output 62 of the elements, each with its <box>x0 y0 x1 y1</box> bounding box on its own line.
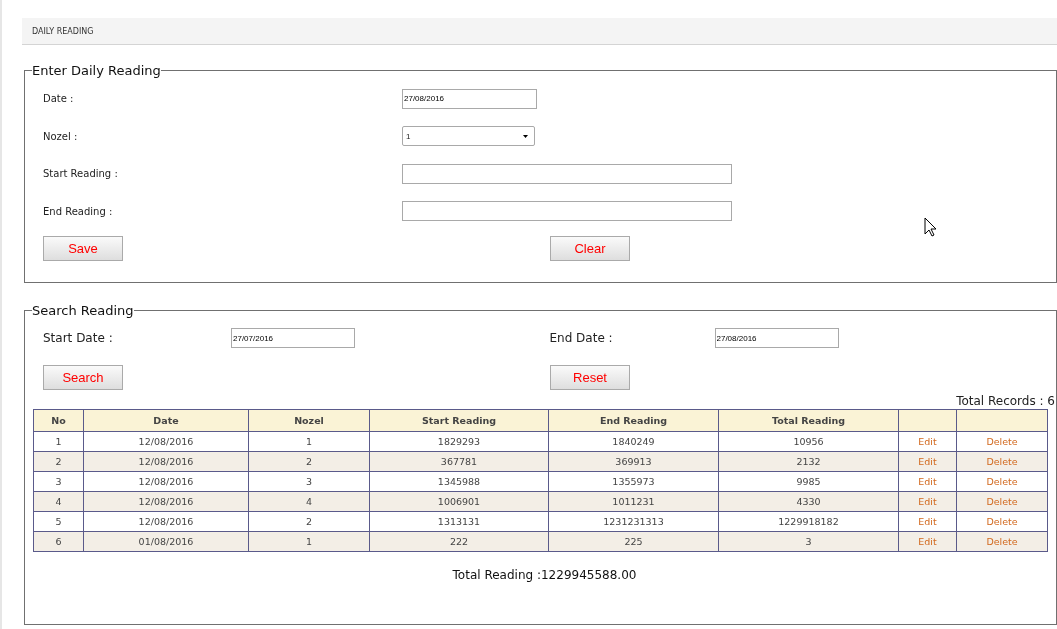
fieldset-legend: Search Reading <box>32 303 134 318</box>
table-cell: 1 <box>33 431 84 452</box>
delete-link[interactable]: Delete <box>986 536 1018 547</box>
edit-link[interactable]: Edit <box>918 496 937 507</box>
table-cell: 3 <box>33 471 84 492</box>
table-cell: 12/08/2016 <box>83 471 249 492</box>
total-records: Total Records : 6 <box>956 394 1055 408</box>
table-cell: 1313131 <box>369 511 549 532</box>
table-cell: 1345988 <box>369 471 549 492</box>
delete-link[interactable]: Delete <box>986 436 1018 447</box>
reading-field[interactable] <box>402 201 732 222</box>
column-header: Date <box>83 409 249 432</box>
table-cell: 1829293 <box>369 431 549 452</box>
page-title: DAILY READING <box>32 26 94 36</box>
table-cell: 1231231313 <box>548 511 719 532</box>
table-cell: 3 <box>248 471 370 492</box>
table-cell: 1355973 <box>548 471 719 492</box>
delete-link[interactable]: Delete <box>986 496 1018 507</box>
field-label: Nozel : <box>43 130 79 142</box>
table-cell: 6 <box>33 531 84 552</box>
fieldset-legend: Enter Daily Reading <box>32 63 161 78</box>
clear-button[interactable]: Clear <box>550 236 630 261</box>
delete-link[interactable]: Delete <box>986 516 1018 527</box>
table-cell: 12/08/2016 <box>83 511 249 532</box>
table-cell: 12/08/2016 <box>83 431 249 452</box>
table-cell: 2 <box>33 451 84 472</box>
field-label: End Reading : <box>43 205 114 217</box>
reset-button[interactable]: Reset <box>550 365 630 390</box>
table-cell: 2 <box>248 511 370 532</box>
table-cell: 5 <box>33 511 84 532</box>
save-button[interactable]: Save <box>43 236 123 261</box>
table-cell: 1229918182 <box>718 511 899 532</box>
date-field[interactable]: 27/08/2016 <box>402 88 537 109</box>
table-cell: 10956 <box>718 431 899 452</box>
reading-field[interactable] <box>402 163 732 184</box>
table-cell: 9985 <box>718 471 899 492</box>
field-label: Start Reading : <box>43 168 119 180</box>
table-cell: 1840249 <box>548 431 719 452</box>
edit-link[interactable]: Edit <box>918 436 937 447</box>
edit-link[interactable]: Edit <box>918 516 937 527</box>
column-header: Start Reading <box>369 409 549 432</box>
end-date-field[interactable]: 27/08/2016 <box>714 328 839 348</box>
edit-link[interactable]: Edit <box>918 536 937 547</box>
start-date-field[interactable]: 27/07/2016 <box>231 328 355 348</box>
delete-link[interactable]: Delete <box>986 476 1018 487</box>
column-header: Total Reading <box>718 409 899 432</box>
column-header: No <box>33 409 84 432</box>
nozel-dropdown[interactable]: 1 <box>402 126 535 147</box>
start-date-label: Start Date : <box>43 331 114 345</box>
total-reading: Total Reading :1229945588.00 <box>452 568 637 582</box>
caret-icon <box>523 134 528 138</box>
edit-link[interactable]: Edit <box>918 456 937 467</box>
column-header: Nozel <box>248 409 370 432</box>
table-cell: 4 <box>33 491 84 512</box>
search-button[interactable]: Search <box>43 365 123 390</box>
end-date-label: End Date : <box>549 331 614 345</box>
column-header: End Reading <box>548 409 719 432</box>
field-label: Date : <box>43 93 75 105</box>
mouse-pointer-icon <box>924 217 938 237</box>
edit-link[interactable]: Edit <box>918 476 937 487</box>
table-cell: 1 <box>248 431 370 452</box>
delete-link[interactable]: Delete <box>986 456 1018 467</box>
